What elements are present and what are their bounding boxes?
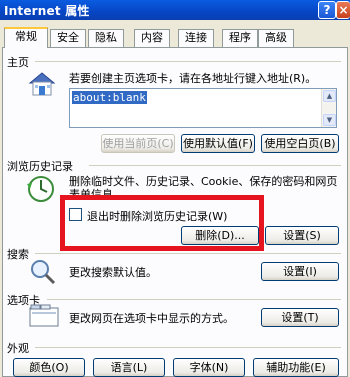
tabbed-browsing-icon (29, 304, 59, 331)
tab-content[interactable]: 内容 (134, 29, 170, 47)
magnifier-icon (29, 258, 57, 289)
use-current-page-button[interactable]: 使用当前页(C) (101, 134, 175, 153)
tabs-settings-button[interactable]: 设置(T) (261, 308, 339, 327)
title-bar: Internet 属性 ? × (0, 0, 350, 20)
search-settings-button[interactable]: 设置(I) (261, 262, 339, 281)
highlight-annotation-box (60, 195, 264, 251)
accessibility-button[interactable]: 辅助功能(E) (253, 358, 339, 377)
history-clock-icon (25, 174, 57, 207)
appearance-divider (35, 347, 341, 348)
appearance-section-title: 外观 (7, 342, 29, 355)
home-description: 若要创建主页选项卡，请在各地址行键入地址(R)。 (69, 72, 317, 85)
close-button[interactable]: × (336, 1, 350, 19)
tab-privacy[interactable]: 隐私 (88, 29, 124, 47)
search-section-title: 搜索 (7, 248, 29, 261)
tab-advanced[interactable]: 高级 (258, 29, 294, 47)
home-page-scrollbar[interactable]: ▲ ▼ (321, 89, 336, 127)
scroll-down-arrow-icon[interactable]: ▼ (323, 114, 336, 126)
history-section-title: 浏览历史记录 (7, 160, 73, 173)
tab-general[interactable]: 常规 (4, 27, 48, 48)
tabs-divider (47, 299, 341, 300)
window-title: Internet 属性 (4, 4, 90, 18)
home-page-address-value: about:blank (72, 91, 147, 104)
languages-button[interactable]: 语言(L) (93, 358, 165, 377)
use-default-button[interactable]: 使用默认值(F) (181, 134, 255, 153)
colors-button[interactable]: 颜色(O) (13, 358, 85, 377)
history-divider (89, 165, 341, 166)
home-house-icon (27, 70, 57, 101)
search-description: 更改搜索默认值。 (69, 266, 157, 279)
help-button[interactable]: ? (318, 1, 336, 19)
fonts-button[interactable]: 字体(N) (173, 358, 245, 377)
tab-connections[interactable]: 连接 (178, 29, 214, 47)
tab-programs[interactable]: 程序 (222, 29, 258, 47)
history-settings-button[interactable]: 设置(S) (265, 226, 339, 245)
home-section-title: 主页 (7, 56, 29, 69)
tabs-description: 更改网页在选项卡中显示的方式。 (69, 312, 234, 325)
tab-security[interactable]: 安全 (50, 29, 86, 47)
home-divider (35, 61, 341, 62)
home-page-address-field[interactable]: about:blank ▲ ▼ (69, 88, 337, 128)
search-divider (35, 253, 341, 254)
scroll-up-arrow-icon[interactable]: ▲ (323, 90, 336, 102)
use-blank-button[interactable]: 使用空白页(B) (261, 134, 339, 153)
